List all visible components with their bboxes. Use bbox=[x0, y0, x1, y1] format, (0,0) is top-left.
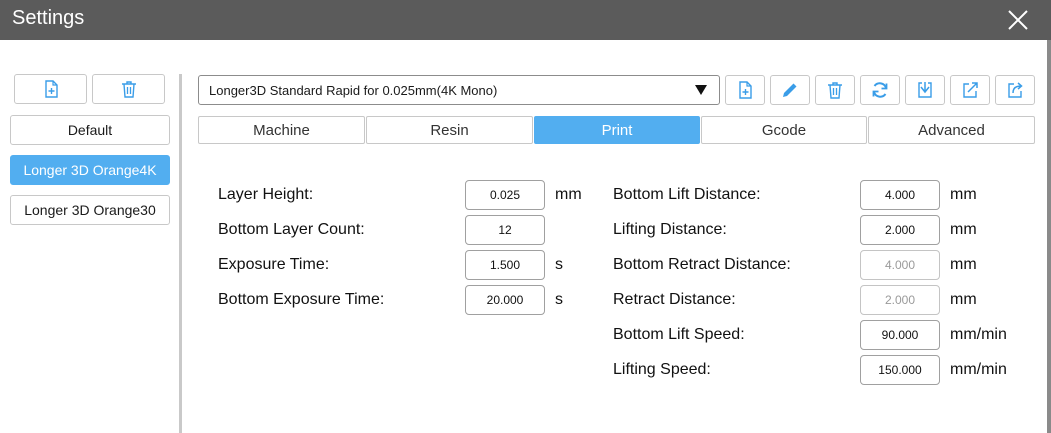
window-title: Settings bbox=[12, 7, 85, 29]
lifting-speed-unit: mm/min bbox=[950, 361, 1007, 378]
retract-distance-input bbox=[860, 285, 940, 315]
share-icon bbox=[1008, 82, 1023, 98]
tab-gcode[interactable]: Gcode bbox=[701, 116, 867, 144]
retract-distance-label: Retract Distance: bbox=[613, 291, 736, 308]
profile-select[interactable]: Longer3D Standard Rapid for 0.025mm(4K M… bbox=[198, 75, 720, 105]
export-icon bbox=[963, 82, 978, 98]
bottom-exposure-time-input[interactable] bbox=[465, 285, 545, 315]
bottom-layer-count-label: Bottom Layer Count: bbox=[218, 221, 365, 238]
bottom-retract-distance-unit: mm bbox=[950, 256, 977, 273]
add-machine-button[interactable] bbox=[14, 74, 87, 104]
window-border bbox=[1047, 40, 1051, 433]
close-icon[interactable] bbox=[1004, 6, 1032, 34]
bottom-lift-speed-unit: mm/min bbox=[950, 326, 1007, 343]
layer-height-label: Layer Height: bbox=[218, 186, 314, 203]
exposure-time-input[interactable] bbox=[465, 250, 545, 280]
tab-machine[interactable]: Machine bbox=[198, 116, 365, 144]
machine-item-label: Default bbox=[67, 122, 113, 138]
bottom-retract-distance-label: Bottom Retract Distance: bbox=[613, 256, 791, 273]
retract-distance-unit: mm bbox=[950, 291, 977, 308]
machine-item-label: Longer 3D Orange30 bbox=[24, 202, 156, 218]
tab-print[interactable]: Print bbox=[534, 116, 700, 144]
import-profile-button[interactable] bbox=[905, 75, 945, 105]
refresh-profile-button[interactable] bbox=[860, 75, 900, 105]
trash-icon bbox=[828, 82, 842, 99]
tab-label: Resin bbox=[430, 121, 469, 139]
lifting-speed-input[interactable] bbox=[860, 355, 940, 385]
panel-divider bbox=[179, 74, 182, 433]
delete-profile-button[interactable] bbox=[815, 75, 855, 105]
machine-item-orange4k[interactable]: Longer 3D Orange4K bbox=[10, 155, 170, 185]
machine-item-orange30[interactable]: Longer 3D Orange30 bbox=[10, 195, 170, 225]
tab-resin[interactable]: Resin bbox=[366, 116, 533, 144]
bottom-lift-distance-unit: mm bbox=[950, 186, 977, 203]
lifting-speed-label: Lifting Speed: bbox=[613, 361, 711, 378]
bottom-exposure-time-label: Bottom Exposure Time: bbox=[218, 291, 385, 308]
lifting-distance-label: Lifting Distance: bbox=[613, 221, 727, 238]
exposure-time-label: Exposure Time: bbox=[218, 256, 330, 273]
add-file-icon bbox=[739, 81, 752, 99]
export-profile-button[interactable] bbox=[950, 75, 990, 105]
add-file-icon bbox=[44, 80, 58, 98]
tab-label: Machine bbox=[253, 121, 310, 139]
bottom-lift-speed-label: Bottom Lift Speed: bbox=[613, 326, 745, 343]
exposure-time-unit: s bbox=[555, 256, 563, 273]
machine-item-default[interactable]: Default bbox=[10, 115, 170, 145]
chevron-down-icon bbox=[695, 85, 707, 95]
bottom-layer-count-input[interactable] bbox=[465, 215, 545, 245]
pencil-icon bbox=[783, 83, 797, 97]
new-profile-button[interactable] bbox=[725, 75, 765, 105]
machine-item-label: Longer 3D Orange4K bbox=[23, 162, 157, 178]
bottom-lift-distance-input[interactable] bbox=[860, 180, 940, 210]
tab-label: Gcode bbox=[761, 121, 807, 139]
bottom-lift-distance-label: Bottom Lift Distance: bbox=[613, 186, 761, 203]
share-profile-button[interactable] bbox=[995, 75, 1035, 105]
tab-label: Print bbox=[601, 121, 633, 139]
lifting-distance-unit: mm bbox=[950, 221, 977, 238]
tab-label: Advanced bbox=[918, 121, 985, 139]
lifting-distance-input[interactable] bbox=[860, 215, 940, 245]
import-icon bbox=[918, 82, 932, 98]
trash-icon bbox=[121, 81, 136, 98]
delete-machine-button[interactable] bbox=[92, 74, 165, 104]
layer-height-unit: mm bbox=[555, 186, 582, 203]
bottom-lift-speed-input[interactable] bbox=[860, 320, 940, 350]
profile-select-value: Longer3D Standard Rapid for 0.025mm(4K M… bbox=[209, 82, 498, 98]
refresh-icon bbox=[872, 82, 888, 98]
edit-profile-button[interactable] bbox=[770, 75, 810, 105]
title-bar: Settings bbox=[0, 0, 1051, 40]
layer-height-input[interactable] bbox=[465, 180, 545, 210]
bottom-retract-distance-input bbox=[860, 250, 940, 280]
tab-advanced[interactable]: Advanced bbox=[868, 116, 1035, 144]
bottom-exposure-time-unit: s bbox=[555, 291, 563, 308]
